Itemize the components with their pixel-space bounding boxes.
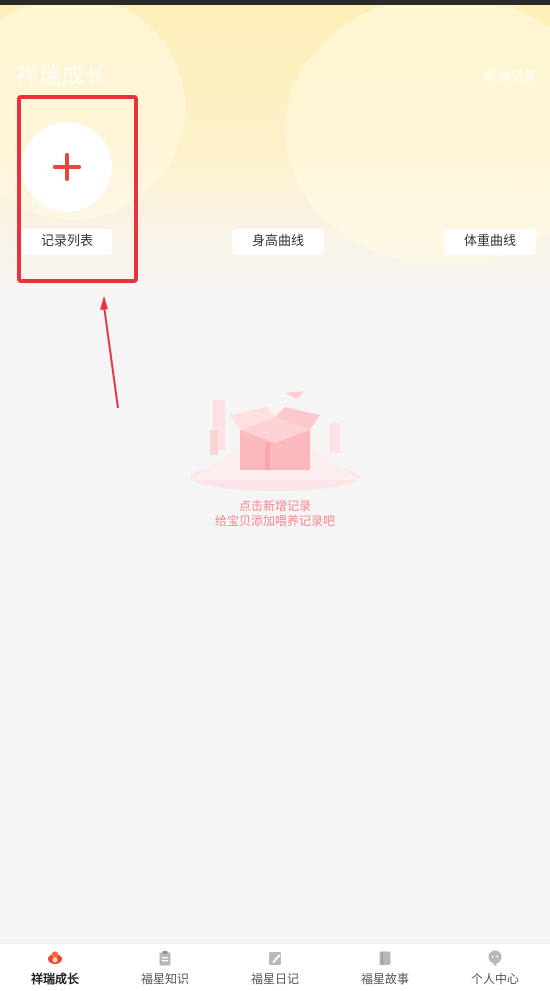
- empty-state-line2: 给宝贝添加喂养记录吧: [214, 514, 335, 528]
- page-title: 祥瑞成长: [16, 64, 109, 89]
- profile-icon: [488, 950, 502, 966]
- clipboard-icon: [159, 951, 171, 966]
- empty-box-illustration: [190, 391, 360, 491]
- tab-knowledge[interactable]: 福星知识: [110, 944, 220, 991]
- tab-label: 福星知识: [140, 972, 189, 986]
- empty-state-line1: 点击新增记录: [238, 499, 311, 513]
- tab-profile[interactable]: 个人中心: [440, 944, 550, 991]
- book-icon: [379, 951, 391, 965]
- height-curve-button[interactable]: 身高曲线: [232, 229, 324, 255]
- tab-label: 福星日记: [250, 972, 299, 986]
- bottom-tab-bar: 祥瑞成长 福星知识 福星日记 福星故事 个人中心: [0, 943, 550, 991]
- app-screen: 祥瑞成长 新增记录 记录列表 身高曲线 体重曲线 点击新增记录 给宝贝添加喂养记…: [0, 0, 550, 991]
- growth-icon: [48, 951, 62, 964]
- tab-growth[interactable]: 祥瑞成长: [0, 944, 110, 991]
- note-icon: [269, 952, 281, 965]
- tab-label: 福星故事: [360, 972, 409, 986]
- decorative-circle: [285, 5, 550, 265]
- tab-diary[interactable]: 福星日记: [220, 944, 330, 991]
- new-record-link[interactable]: 新增记录: [484, 66, 536, 85]
- tab-label: 祥瑞成长: [30, 972, 79, 986]
- tab-stories[interactable]: 福星故事: [330, 944, 440, 991]
- highlight-annotation-box: [17, 95, 138, 283]
- weight-curve-button[interactable]: 体重曲线: [444, 229, 536, 255]
- tab-label: 个人中心: [470, 972, 519, 986]
